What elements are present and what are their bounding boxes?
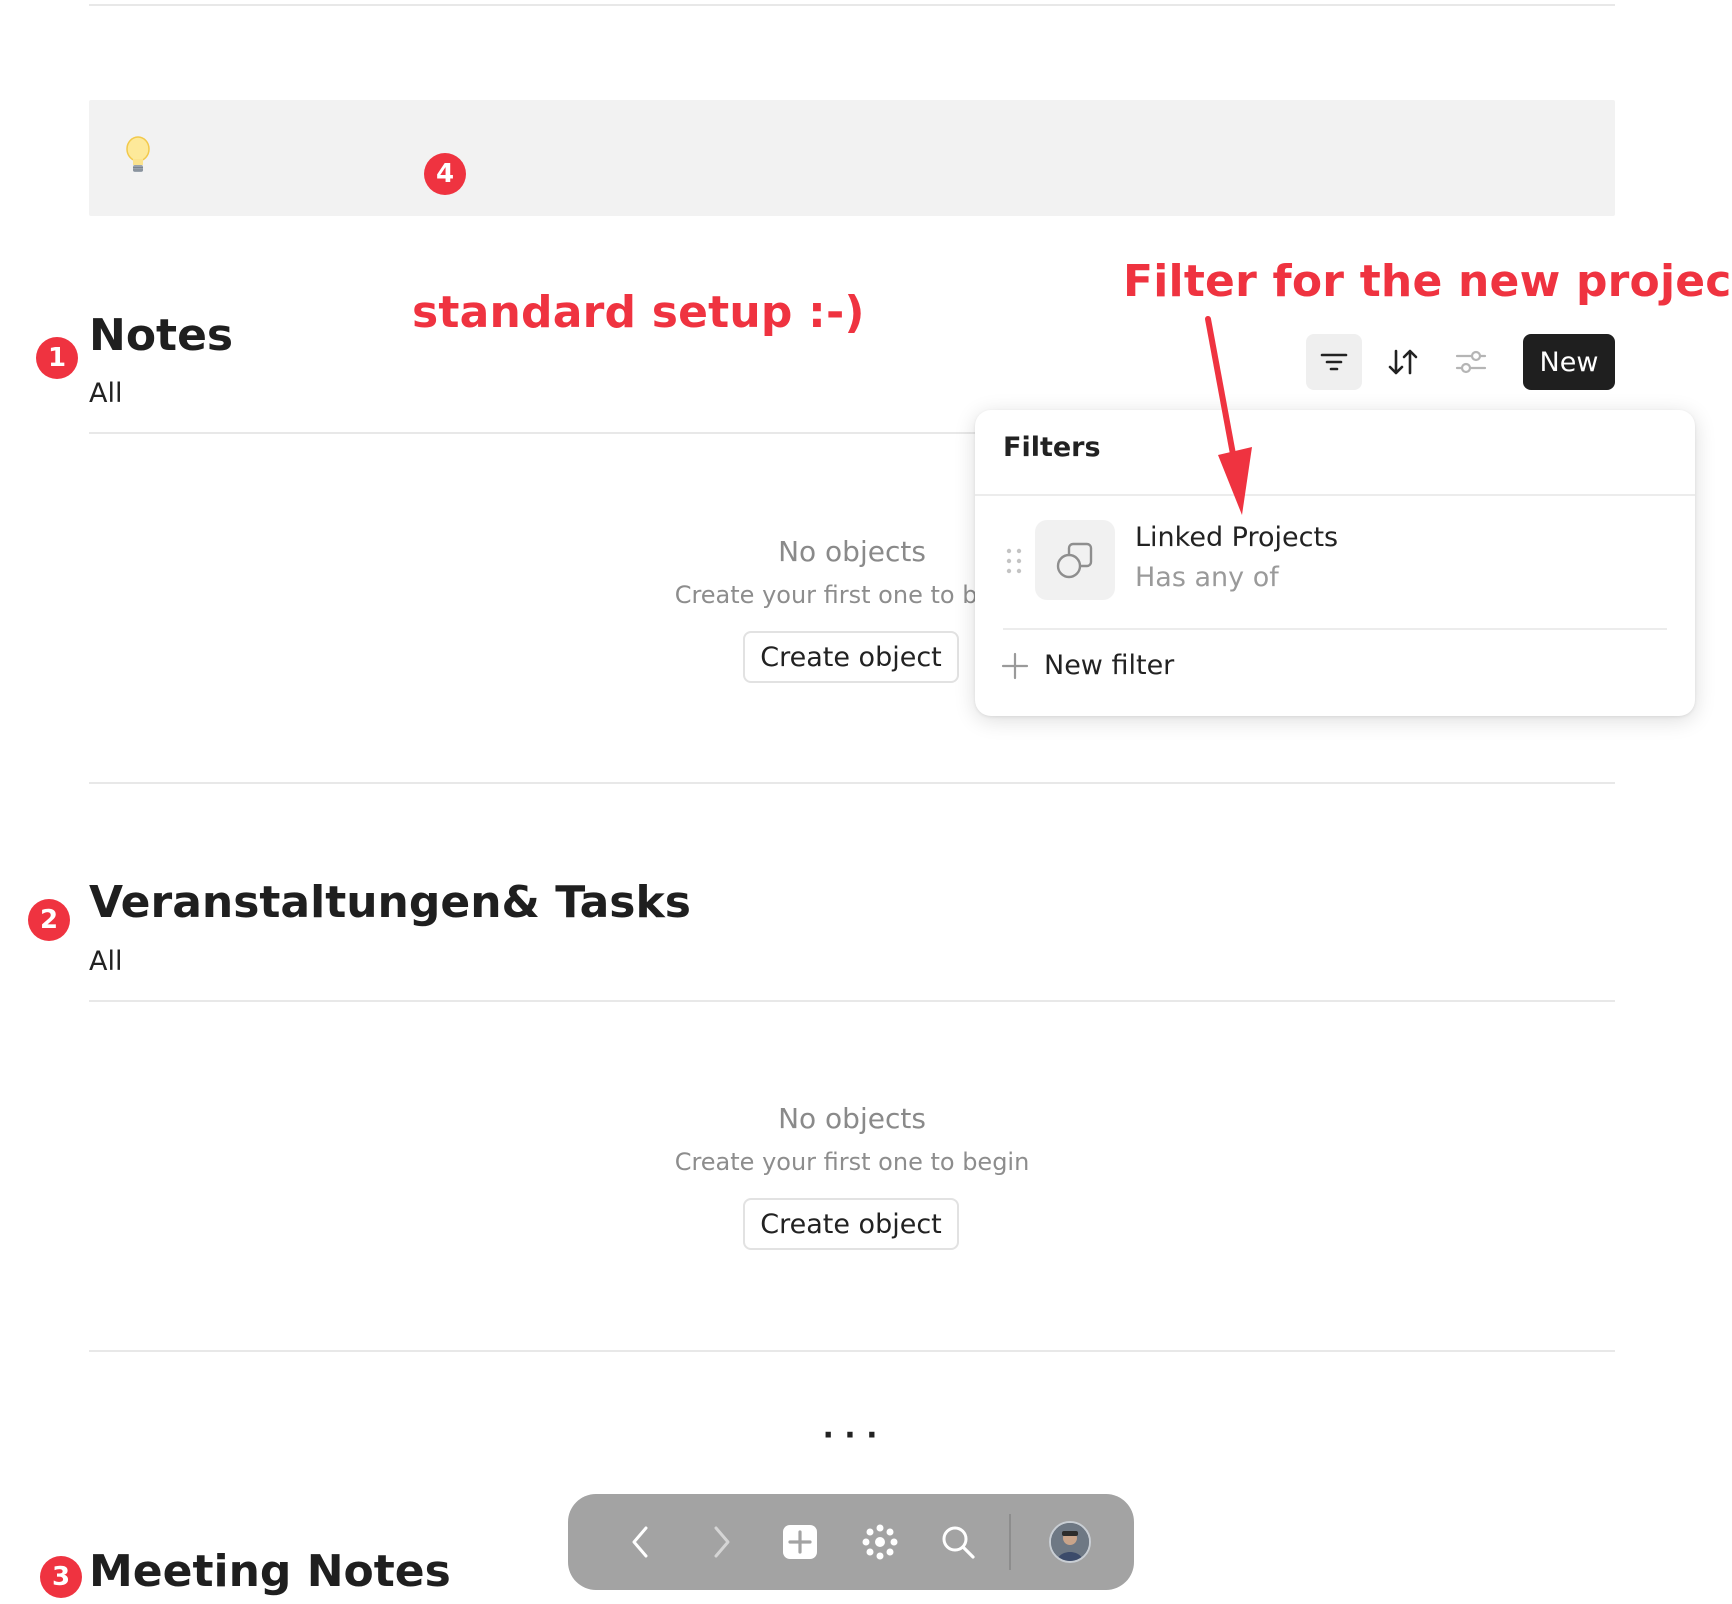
events-view-tab-all[interactable]: All [89,946,122,977]
drag-handle-icon[interactable] [1005,547,1023,579]
annotation-filter-note: Filter for the new project [1123,256,1732,307]
plus-icon [1001,652,1029,679]
new-filter-button[interactable]: New filter [1000,650,1174,681]
events-create-object-button[interactable]: Create object [743,1198,959,1250]
filter-item-icon-box[interactable] [1035,520,1115,600]
filters-popup: Filters Linked Projects Has any of New f… [975,410,1695,716]
graph-button[interactable] [852,1514,908,1570]
section-divider-1 [89,782,1615,784]
events-empty-subtitle: Create your first one to begin [674,1148,1030,1176]
section-divider-2 [89,1350,1615,1352]
sort-button[interactable] [1375,334,1431,390]
filter-item-condition[interactable]: Has any of [1135,562,1279,593]
notes-create-object-button[interactable]: Create object [743,631,959,683]
filters-popup-divider [975,494,1695,496]
events-section-title[interactable]: Veranstaltungen& Tasks [89,877,691,928]
annotation-marker-4: 4 [424,153,466,195]
graph-icon [862,1524,898,1560]
profile-button[interactable] [1042,1514,1098,1570]
dock-divider [1009,1514,1011,1570]
view-settings-button[interactable] [1443,334,1499,390]
annotation-standard-setup: standard setup :-) [412,287,865,338]
filters-list-divider [1003,628,1667,630]
back-button[interactable] [613,1514,669,1570]
more-indicator: · · · [822,1418,878,1453]
filter-button[interactable] [1306,334,1362,390]
filter-item-name[interactable]: Linked Projects [1135,522,1338,553]
annotation-marker-2: 2 [28,899,70,941]
search-icon [942,1526,975,1559]
back-icon [632,1526,648,1558]
sort-icon [1388,349,1418,375]
annotation-marker-1: 1 [36,337,78,379]
meeting-section-title[interactable]: Meeting Notes [89,1546,451,1597]
notes-section-title[interactable]: Notes [89,310,233,361]
events-divider [89,1000,1615,1002]
annotation-arrow-icon [1205,316,1252,515]
lightbulb-icon [125,136,151,180]
filter-icon [1320,353,1348,371]
new-filter-label: New filter [1044,650,1175,681]
notes-view-tab-all[interactable]: All [89,378,122,409]
new-object-button[interactable]: New [1523,334,1615,390]
events-empty-title: No objects [778,1102,926,1135]
search-button[interactable] [930,1514,986,1570]
forward-icon [714,1526,730,1558]
top-divider [89,4,1615,6]
forward-button[interactable] [693,1514,749,1570]
bottom-navigation-dock [568,1494,1134,1590]
sliders-icon [1455,350,1487,374]
callout-block[interactable] [89,100,1615,216]
filters-popup-title: Filters [1003,432,1101,463]
add-object-button[interactable] [772,1514,828,1570]
add-icon [783,1525,817,1559]
annotation-marker-3: 3 [40,1556,82,1598]
linked-objects-icon [1056,542,1093,579]
avatar [1049,1521,1091,1563]
